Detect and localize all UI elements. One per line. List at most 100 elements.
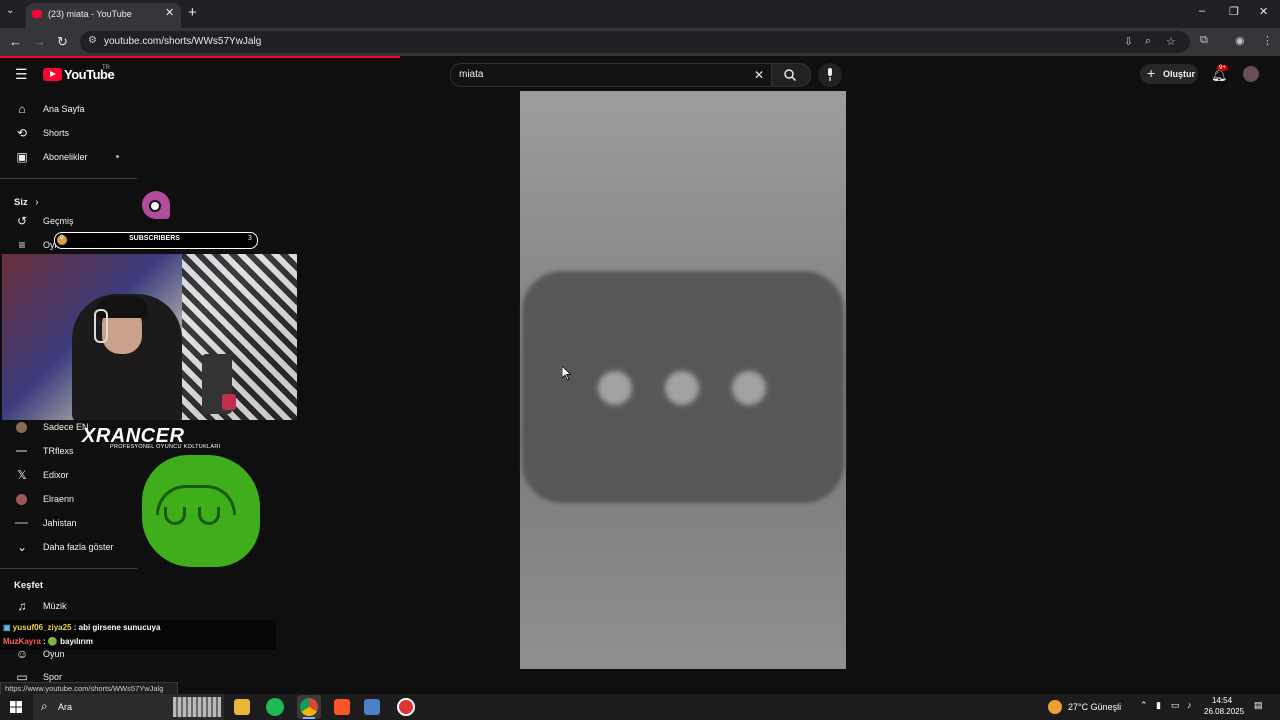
- browser-tab[interactable]: (23) miata - YouTube ✕: [26, 3, 181, 28]
- sidebar-item-history[interactable]: ↺ Geçmiş: [0, 212, 135, 232]
- sidebar-item-label: Spor: [43, 672, 63, 682]
- subscribers-label: SUBSCRIBERS: [129, 235, 180, 242]
- clock-time[interactable]: 14:54: [1212, 696, 1232, 705]
- sidebar-item-music[interactable]: ♫ Müzik: [0, 597, 135, 617]
- channel-avatar: [16, 494, 27, 505]
- search-input[interactable]: miata ✕: [450, 63, 772, 87]
- chat-message: ▣ yusuf06_ziya25 : abi girsene sunucuya: [3, 623, 160, 632]
- close-window-button[interactable]: ✕: [1259, 5, 1268, 18]
- taskbar-search[interactable]: ⌕ Ara: [33, 694, 224, 720]
- tab-close-icon[interactable]: ✕: [165, 6, 174, 19]
- chevron-down-icon: ⌄: [16, 540, 28, 554]
- sidebar-item-label: Ana Sayfa: [43, 104, 85, 114]
- weather-text[interactable]: 27°C Güneşli: [1068, 702, 1121, 712]
- show-more-button[interactable]: ⌄ Daha fazla göster: [0, 538, 135, 558]
- sidebar-item-channel[interactable]: Elraenn: [0, 490, 135, 510]
- sidebar-item-label: Müzik: [43, 601, 67, 611]
- address-bar[interactable]: ⚙ youtube.com/shorts/WWs57YwJalg ⇩ ⌕ ☆: [80, 31, 1190, 53]
- chevron-right-icon: ›: [35, 197, 39, 208]
- sidebar-item-sports[interactable]: ▭ Spor: [0, 668, 135, 682]
- typing-dot: [665, 371, 699, 405]
- region-code: TR: [102, 65, 110, 71]
- url-text: youtube.com/shorts/WWs57YwJalg: [104, 36, 262, 47]
- eye-icon: [149, 200, 161, 212]
- minimize-button[interactable]: –: [1199, 5, 1205, 17]
- browser-toolbar: ← → ↻ ⚙ youtube.com/shorts/WWs57YwJalg ⇩…: [0, 28, 1280, 56]
- site-info-icon[interactable]: ⚙: [88, 35, 97, 46]
- bookmark-star-icon[interactable]: ☆: [1166, 35, 1176, 48]
- subscriber-count-goal: 3: [248, 235, 252, 242]
- sidebar-divider: [0, 178, 137, 179]
- file-explorer-icon[interactable]: [234, 699, 250, 715]
- sidebar-item-label: Abonelikler: [43, 152, 88, 162]
- account-avatar[interactable]: [1243, 66, 1259, 82]
- windows-taskbar: ⌕ Ara 27°C Güneşli ⌃ ▮ ▭ ♪ 14:54 26.08.2…: [0, 694, 1280, 720]
- chat-text: : abi girsene sunucuya: [73, 623, 161, 632]
- reload-button[interactable]: ↻: [57, 34, 68, 50]
- subscriber-count-start: 0: [60, 235, 64, 241]
- microphone-icon[interactable]: ▮: [1156, 700, 1161, 711]
- sponsor-logo: XRANCER PROFESYONEL OYUNCU KOLTUKLARI: [82, 425, 232, 453]
- clear-search-icon[interactable]: ✕: [754, 68, 764, 82]
- chat-message: MuzKayra : 🟢 bayılırım: [3, 637, 93, 646]
- new-tab-button[interactable]: +: [188, 4, 197, 21]
- search-button[interactable]: [771, 63, 811, 87]
- profile-icon[interactable]: ◉: [1235, 34, 1245, 47]
- youtube-play-icon: [43, 68, 62, 81]
- tray-chevron-icon[interactable]: ⌃: [1140, 700, 1148, 711]
- active-app-indicator: [303, 717, 315, 719]
- sidebar-item-label: Elraenn: [43, 494, 75, 504]
- tab-list-button[interactable]: ⌄: [6, 5, 14, 16]
- wall-poster: [182, 254, 297, 420]
- shorts-icon: ⟲: [16, 126, 28, 140]
- emote-eye: [198, 507, 220, 525]
- zoom-icon[interactable]: ⌕: [1145, 35, 1151, 48]
- windows-start-icon[interactable]: [10, 701, 22, 713]
- search-icon: [784, 69, 796, 81]
- sidebar-item-subscriptions[interactable]: ▣ Abonelikler: [0, 148, 135, 168]
- section-title: Siz: [14, 197, 28, 208]
- webcam-overlay: [2, 254, 297, 420]
- create-label: Oluştur: [1163, 69, 1196, 79]
- channel-avatar: [16, 450, 27, 452]
- obs-icon[interactable]: [397, 698, 415, 716]
- volume-icon[interactable]: ♪: [1187, 700, 1192, 710]
- youtube-favicon-icon: [32, 10, 42, 18]
- extensions-icon[interactable]: ⧉: [1200, 34, 1208, 47]
- home-icon: ⌂: [18, 102, 26, 116]
- sidebar-item-shorts[interactable]: ⟲ Shorts: [0, 124, 135, 144]
- brave-icon[interactable]: [334, 699, 350, 715]
- sidebar-item-label: Daha fazla göster: [43, 542, 114, 552]
- x-icon: 𝕏: [17, 468, 27, 482]
- chrome-icon[interactable]: [300, 698, 318, 716]
- search-highlight-image: [173, 697, 221, 717]
- hamburger-menu-icon[interactable]: ☰: [15, 66, 28, 83]
- plus-icon: +: [1147, 65, 1156, 81]
- create-button[interactable]: + Oluştur: [1140, 64, 1198, 84]
- history-icon: ↺: [16, 214, 28, 228]
- headphones-icon: [94, 309, 108, 343]
- app-icon[interactable]: [364, 699, 380, 715]
- install-app-icon[interactable]: ⇩: [1124, 35, 1133, 48]
- chat-badge-icon: ▣: [3, 623, 11, 632]
- sidebar-item-channel[interactable]: Jahistan: [0, 514, 135, 534]
- sidebar-item-label: Jahistan: [43, 518, 77, 528]
- mascot-logo: [142, 191, 170, 219]
- maximize-button[interactable]: ❐: [1229, 5, 1239, 18]
- network-icon[interactable]: ▭: [1171, 700, 1180, 711]
- sidebar-item-label: Geçmiş: [43, 216, 74, 226]
- sidebar-item-label: Shorts: [43, 128, 70, 138]
- chat-username: MuzKayra: [3, 637, 41, 646]
- notification-center-icon[interactable]: ▤: [1254, 700, 1263, 711]
- sidebar-you-header[interactable]: Siz ›: [14, 192, 39, 210]
- sidebar-item-home[interactable]: ⌂ Ana Sayfa: [0, 100, 135, 120]
- clock-date[interactable]: 26.08.2025: [1204, 707, 1244, 716]
- spotify-icon[interactable]: [266, 698, 284, 716]
- menu-kebab-icon[interactable]: ⋮: [1262, 34, 1273, 47]
- sidebar-divider: [0, 568, 137, 569]
- channel-avatar: [16, 422, 27, 433]
- forward-button[interactable]: →: [33, 34, 46, 49]
- back-button[interactable]: ←: [9, 34, 22, 49]
- voice-search-button[interactable]: [818, 63, 842, 87]
- sidebar-item-channel[interactable]: 𝕏 Edixor: [0, 466, 135, 486]
